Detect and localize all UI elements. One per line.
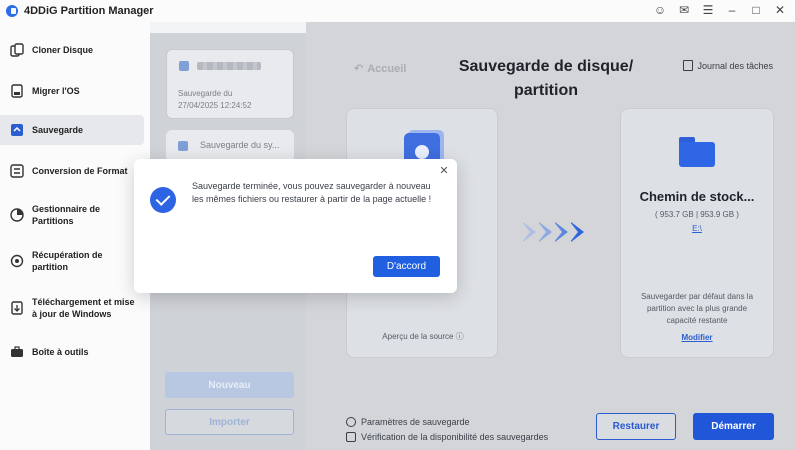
journal-icon — [683, 60, 694, 71]
title-bar: 4DDiG Partition Manager ☺ ✉ ☰ – □ ✕ — [0, 0, 795, 22]
destination-panel: Chemin de stock... ( 953.7 GB | 953.9 GB… — [620, 108, 774, 358]
modify-link[interactable]: Modifier — [621, 333, 773, 342]
backup-card[interactable]: Sauvegarde du sy... — [166, 130, 294, 162]
arrow-icon — [554, 222, 568, 242]
user-icon[interactable]: ☺ — [653, 2, 667, 18]
folder-icon — [679, 137, 715, 167]
new-backup-button[interactable]: Nouveau — [165, 372, 294, 398]
info-icon[interactable]: ⓘ — [453, 332, 464, 341]
sidebar-item-backup[interactable]: Sauvegarde — [0, 115, 144, 145]
maximize-icon[interactable]: □ — [749, 2, 763, 18]
destination-description: Sauvegarder par défaut dans la partition… — [640, 292, 754, 325]
task-journal-link[interactable]: Journal des tâches — [683, 60, 773, 71]
backup-complete-dialog: ✕ Sauvegarde terminée, vous pouvez sauve… — [134, 159, 457, 293]
back-link[interactable]: ↶ Accueil — [354, 62, 406, 76]
toolbox-icon — [10, 345, 24, 359]
disk-icon — [179, 61, 189, 71]
recovery-icon — [10, 254, 24, 268]
sidebar: Cloner Disque Migrer l'OS Sauvegarde Con… — [0, 22, 150, 450]
sidebar-item-migrate-os[interactable]: Migrer l'OS — [0, 79, 144, 103]
arrow-icon — [522, 222, 536, 242]
ok-button[interactable]: D'accord — [373, 256, 440, 277]
destination-name: Chemin de stock... — [639, 189, 755, 204]
backup-verification-option[interactable]: Vérification de la disponibilité des sau… — [346, 429, 548, 444]
minimize-icon[interactable]: – — [725, 2, 739, 18]
sidebar-item-windows-update[interactable]: Téléchargement et mise à jour de Windows — [0, 293, 144, 323]
sidebar-item-format-conversion[interactable]: Conversion de Format — [0, 159, 144, 183]
destination-size: ( 953.7 GB | 953.9 GB ) — [655, 210, 739, 219]
arrow-icon — [570, 222, 584, 242]
close-icon[interactable]: ✕ — [773, 2, 787, 18]
partition-icon — [10, 208, 24, 222]
start-button[interactable]: Démarrer — [693, 413, 774, 440]
backup-settings-option[interactable]: Paramètres de sauvegarde — [346, 414, 548, 429]
feedback-icon[interactable]: ✉ — [677, 2, 691, 18]
destination-drive[interactable]: E:\ — [621, 224, 773, 233]
page-title: Sauvegarde de disque/ partition — [458, 58, 634, 99]
backup-options: Paramètres de sauvegarde Vérification de… — [346, 414, 548, 444]
app-logo-icon — [6, 5, 18, 17]
direction-arrows — [522, 222, 587, 242]
sidebar-item-toolbox[interactable]: Boîte à outils — [0, 340, 144, 364]
source-preview-label: Aperçu de la source ⓘ — [382, 332, 464, 341]
clone-icon — [10, 43, 24, 57]
app-title: 4DDiG Partition Manager — [24, 5, 154, 17]
import-button[interactable]: Importer — [165, 409, 294, 435]
sidebar-item-partition-recovery[interactable]: Récupération de partition — [0, 246, 144, 276]
verify-icon — [346, 431, 356, 442]
backup-card[interactable]: Sauvegarde du 27/04/2025 12:24:52 — [166, 49, 294, 119]
sidebar-item-clone-disk[interactable]: Cloner Disque — [0, 38, 144, 62]
settings-icon — [346, 416, 356, 427]
disk-icon — [178, 141, 188, 151]
dialog-message: Sauvegarde terminée, vous pouvez sauvega… — [192, 181, 432, 204]
windows-update-icon — [10, 301, 24, 315]
restore-button[interactable]: Restaurer — [596, 413, 676, 440]
menu-icon[interactable]: ☰ — [701, 2, 715, 18]
sidebar-item-partition-manager[interactable]: Gestionnaire de Partitions — [0, 200, 144, 230]
backup-icon — [10, 123, 24, 137]
window-controls: ☺ ✉ ☰ – □ ✕ — [653, 2, 787, 18]
blurred-name — [197, 62, 261, 70]
migrate-icon — [10, 84, 24, 98]
back-arrow-icon: ↶ — [354, 63, 364, 75]
convert-icon — [10, 164, 24, 178]
success-check-icon — [150, 187, 176, 213]
dialog-close-icon[interactable]: ✕ — [438, 164, 450, 177]
arrow-icon — [538, 222, 552, 242]
